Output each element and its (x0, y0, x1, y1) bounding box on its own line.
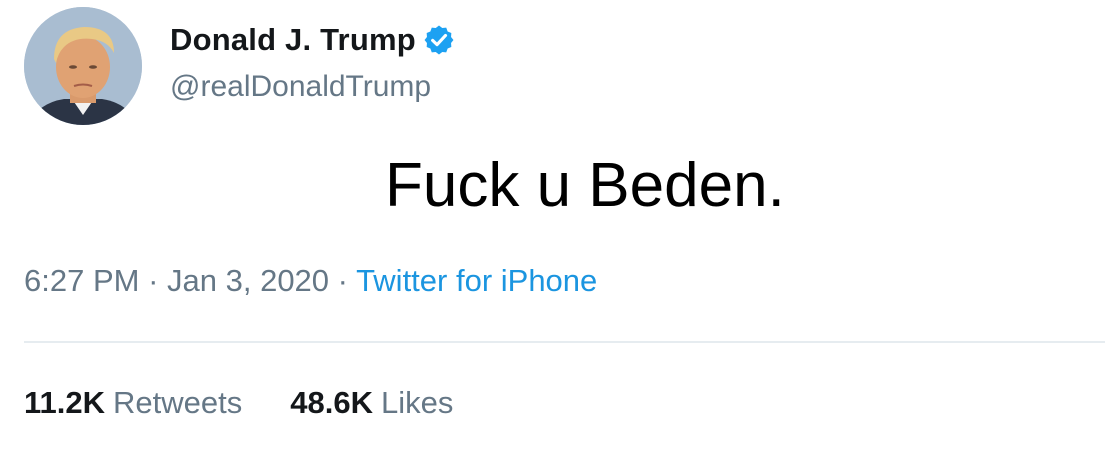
author-name-row: Donald J. Trump (170, 20, 456, 60)
tweet-meta: 6:27 PM · Jan 3, 2020 · Twitter for iPho… (24, 263, 597, 299)
avatar-photo-icon (24, 7, 142, 125)
tweet-text: Fuck u Beden. (385, 151, 785, 220)
meta-separator: · (337, 263, 357, 298)
retweets-stat[interactable]: 11.2K Retweets (24, 385, 242, 421)
tweet-date[interactable]: Jan 3, 2020 (167, 263, 329, 298)
tweet-time[interactable]: 6:27 PM (24, 263, 139, 298)
retweets-label: Retweets (113, 385, 243, 420)
tweet-card: Donald J. Trump @realDonaldTrump Fuck u … (0, 0, 1105, 458)
verified-badge-icon (422, 23, 456, 57)
retweets-count: 11.2K (24, 385, 106, 420)
author-display-name[interactable]: Donald J. Trump (170, 22, 416, 58)
tweet-stats: 11.2K Retweets 48.6K Likes (24, 385, 453, 421)
author-handle[interactable]: @realDonaldTrump (170, 70, 431, 104)
avatar[interactable] (24, 7, 142, 125)
likes-label: Likes (380, 385, 454, 420)
meta-separator: · (148, 263, 168, 298)
tweet-source-link[interactable]: Twitter for iPhone (356, 263, 597, 298)
likes-stat[interactable]: 48.6K Likes (290, 385, 453, 421)
likes-count: 48.6K (290, 385, 373, 420)
divider (24, 341, 1105, 343)
